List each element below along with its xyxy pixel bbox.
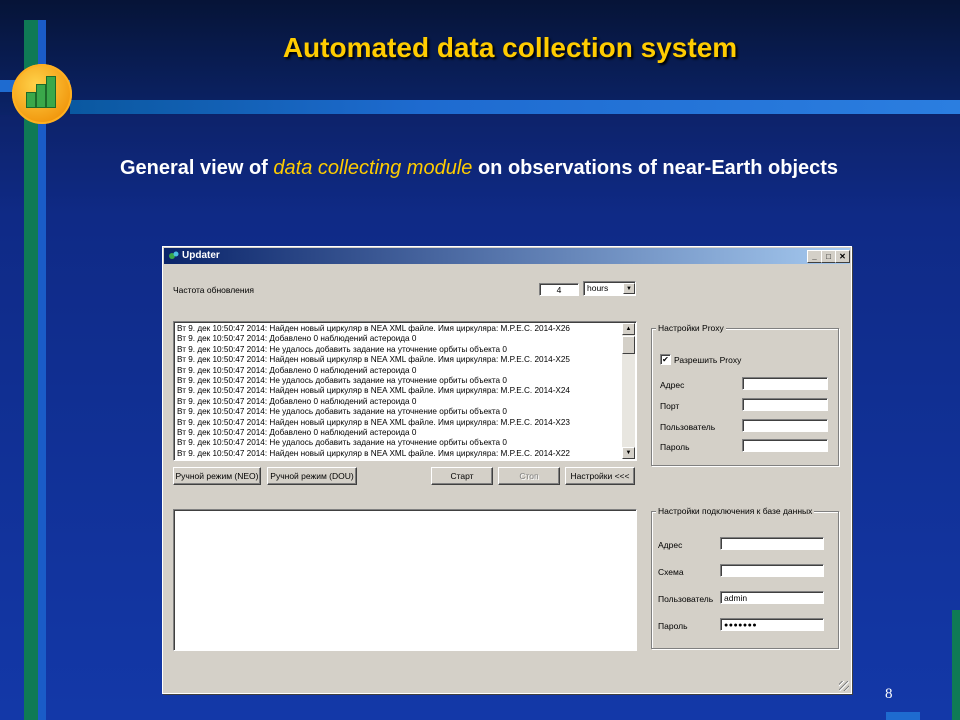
log-line: Вт 9. дек 10:50:47 2014: Добавлено 0 наб… — [177, 365, 417, 375]
proxy-address-label: Адрес — [660, 380, 685, 390]
log-line: Вт 9. дек 10:50:47 2014: Не удалось доба… — [177, 344, 507, 354]
app-icon — [169, 251, 179, 259]
updater-window: Updater _ □ ✕ Частота обновления 4 hours… — [162, 246, 852, 694]
log-textarea[interactable]: Вт 9. дек 10:50:47 2014: Найден новый ци… — [173, 321, 637, 461]
chart-logo-icon — [12, 64, 72, 124]
scroll-up-icon[interactable]: ▲ — [622, 323, 635, 335]
db-password-input[interactable]: ●●●●●●● — [720, 618, 824, 631]
proxy-group-label: Настройки Proxy — [656, 323, 726, 333]
db-password-label: Пароль — [658, 621, 688, 631]
start-button[interactable]: Старт — [431, 467, 493, 485]
log-line: Вт 9. дек 10:50:47 2014: Не удалось доба… — [177, 438, 507, 448]
slide-title: Automated data collection system — [282, 32, 738, 63]
manual-dou-button[interactable]: Ручной режим (DOU) — [267, 467, 357, 485]
log-line: Вт 9. дек 10:50:47 2014: Найден новый ци… — [177, 324, 570, 333]
log-scrollbar[interactable]: ▲ ▼ — [622, 323, 635, 459]
proxy-password-input[interactable] — [742, 439, 828, 452]
db-address-label: Адрес — [658, 540, 683, 550]
log-line: Вт 9. дек 10:50:47 2014: Добавлено 0 наб… — [177, 334, 417, 344]
output-textarea[interactable] — [173, 509, 637, 651]
proxy-enable-label: Разрешить Proxy — [674, 355, 742, 365]
decor-bar — [886, 712, 920, 720]
frequency-unit-select[interactable]: hours ▼ — [583, 281, 636, 296]
db-user-input[interactable]: admin — [720, 591, 824, 604]
proxy-user-input[interactable] — [742, 419, 828, 432]
proxy-settings-group: Настройки Proxy ✔ Разрешить Proxy Адрес … — [651, 323, 839, 466]
frequency-input[interactable]: 4 — [539, 283, 579, 296]
proxy-address-input[interactable] — [742, 377, 828, 390]
proxy-port-label: Порт — [660, 401, 680, 411]
log-line: Вт 9. дек 10:50:47 2014: Найден новый ци… — [177, 386, 570, 396]
minimize-button[interactable]: _ — [807, 250, 822, 263]
db-user-label: Пользователь — [658, 594, 714, 604]
log-line: Вт 9. дек 10:50:47 2014: Добавлено 0 наб… — [177, 396, 417, 406]
chevron-down-icon[interactable]: ▼ — [623, 283, 635, 294]
db-schema-label: Схема — [658, 567, 684, 577]
decor-bar — [952, 610, 960, 720]
log-line: Вт 9. дек 10:50:47 2014: Добавлено 0 наб… — [177, 427, 417, 437]
database-group-label: Настройки подключения к базе данных — [656, 506, 815, 516]
proxy-password-label: Пароль — [660, 442, 690, 452]
proxy-user-label: Пользователь — [660, 422, 716, 432]
db-schema-input[interactable] — [720, 564, 824, 577]
slide-subtitle: General view of data collecting module o… — [120, 157, 839, 179]
log-line: Вт 9. дек 10:50:47 2014: Не удалось доба… — [177, 407, 507, 417]
decor-bar — [38, 20, 46, 720]
frequency-label: Частота обновления — [173, 285, 254, 295]
database-settings-group: Настройки подключения к базе данных Адре… — [651, 506, 839, 649]
close-button[interactable]: ✕ — [835, 250, 850, 263]
window-titlebar[interactable]: Updater _ □ ✕ — [164, 248, 850, 264]
log-line: Вт 9. дек 10:50:47 2014: Найден новый ци… — [177, 448, 570, 458]
log-line: Вт 9. дек 10:50:47 2014: Найден новый ци… — [177, 417, 570, 427]
proxy-enable-checkbox[interactable]: ✔ — [660, 354, 671, 365]
log-line: Вт 9. дек 10:50:47 2014: Не удалось доба… — [177, 375, 507, 385]
maximize-button[interactable]: □ — [821, 250, 836, 263]
scroll-thumb[interactable] — [622, 336, 635, 354]
proxy-port-input[interactable] — [742, 398, 828, 411]
stop-button[interactable]: Стоп — [498, 467, 560, 485]
db-address-input[interactable] — [720, 537, 824, 550]
window-title: Updater — [182, 250, 220, 261]
manual-neo-button[interactable]: Ручной режим (NEO) — [173, 467, 261, 485]
page-number: 8 — [885, 686, 893, 702]
log-line: Вт 9. дек 10:50:47 2014: Найден новый ци… — [177, 355, 570, 365]
log-lines: Вт 9. дек 10:50:47 2014: Найден новый ци… — [177, 324, 619, 459]
decor-bar — [70, 100, 960, 114]
settings-toggle-button[interactable]: Настройки <<< — [565, 467, 635, 485]
frequency-unit-value: hours — [587, 283, 609, 293]
scroll-down-icon[interactable]: ▼ — [622, 447, 635, 459]
resize-grip-icon[interactable] — [839, 681, 849, 691]
decor-bar — [24, 20, 38, 720]
